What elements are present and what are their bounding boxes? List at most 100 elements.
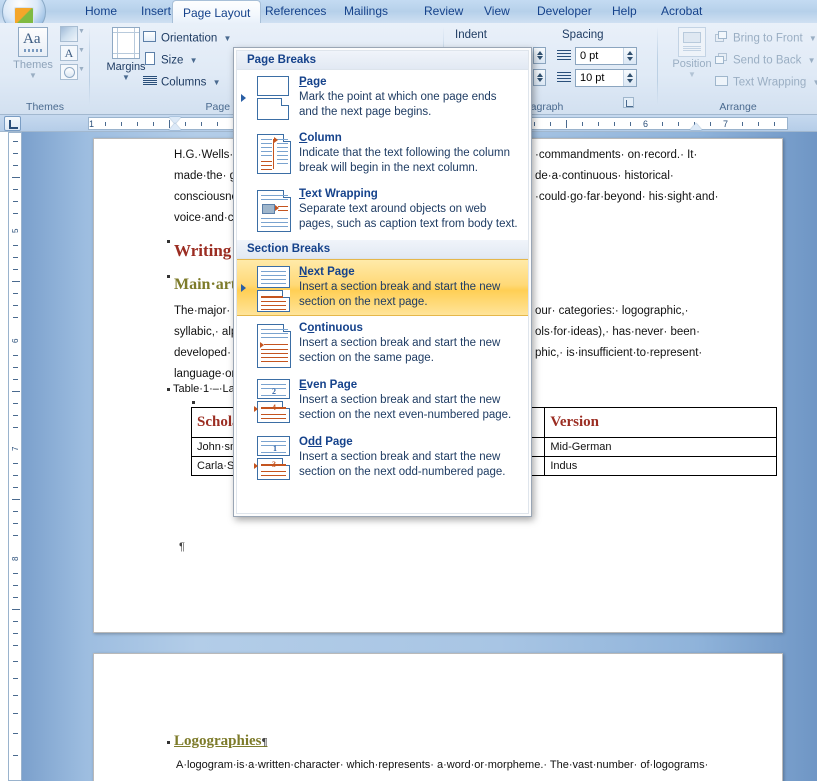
tab-view[interactable]: View xyxy=(474,0,520,23)
orientation-button[interactable]: Orientation ▼ xyxy=(141,28,231,49)
indent-left-stepper[interactable] xyxy=(533,47,546,64)
ribbon-tab-bar: Home Insert Page Layout References Maili… xyxy=(0,0,817,34)
page1-para2-line1-left: The·major· v xyxy=(174,305,240,317)
next-page-break-icon xyxy=(255,266,293,312)
text-wrapping-icon xyxy=(715,76,728,86)
spacing-before-stepper[interactable] xyxy=(623,48,636,64)
menu-item-text-wrapping-desc-1: Separate text around objects on web xyxy=(299,203,487,215)
tab-page-layout[interactable]: Page Layout xyxy=(172,0,262,24)
odd-page-num-top: 1 xyxy=(273,444,277,453)
page1-para1-line4-left: voice·and·c xyxy=(174,212,234,224)
menu-item-column[interactable]: Column Indicate that the text following … xyxy=(237,126,528,182)
tab-review[interactable]: Review xyxy=(414,0,473,23)
even-page-num-bottom: 4 xyxy=(272,403,276,412)
tab-mailings[interactable]: Mailings xyxy=(334,0,398,23)
hruler-number-1: 1 xyxy=(89,119,95,129)
document-page-2[interactable]: Logographies¶ A·logogram·is·a·written·ch… xyxy=(93,653,783,781)
ribbon-group-arrange: Position ▼ Bring to Front ▼ Send to Back… xyxy=(661,24,817,114)
menu-item-even-page[interactable]: 2 4 Even Page Insert a section break and… xyxy=(237,373,528,430)
tab-references[interactable]: References xyxy=(255,0,336,23)
send-to-back-button[interactable]: Send to Back ▼ xyxy=(713,50,816,71)
menu-item-even-page-title: Even Page xyxy=(299,378,520,392)
paragraph-dialog-launcher[interactable] xyxy=(623,97,634,108)
menu-item-text-wrapping[interactable]: Text Wrapping Separate text around objec… xyxy=(237,182,528,240)
even-page-title-rest: ven Page xyxy=(306,379,358,391)
tab-acrobat[interactable]: Acrobat xyxy=(651,0,712,23)
page1-para2-line4-left: language·or xyxy=(174,368,236,380)
columns-button[interactable]: Columns ▼ xyxy=(141,72,221,93)
spacing-before-input[interactable]: 0 pt xyxy=(575,47,637,65)
size-button[interactable]: Size ▼ xyxy=(141,50,198,71)
indent-right-stepper[interactable] xyxy=(533,69,546,86)
bring-to-front-label: Bring to Front xyxy=(733,32,803,45)
page1-heading2-bullet xyxy=(167,275,170,278)
columns-chevron-down-icon: ▼ xyxy=(212,78,221,87)
bring-to-front-button[interactable]: Bring to Front ▼ xyxy=(713,28,817,49)
continuous-title-rest: ntinuous xyxy=(314,322,363,334)
position-button[interactable]: Position ▼ xyxy=(667,27,717,79)
breaks-dropdown-menu[interactable]: Page Breaks Page Mark the point at which… xyxy=(233,47,532,517)
menu-item-even-page-desc-1: Insert a section break and start the new xyxy=(299,394,501,406)
page1-para1-line2-right: de·a·continuous· historical· xyxy=(535,170,674,182)
page1-para2-line1-right: our· categories:· logographic,· xyxy=(535,305,689,317)
divider-3 xyxy=(657,27,658,105)
size-chevron-down-icon: ▼ xyxy=(189,56,198,65)
menu-item-continuous[interactable]: Continuous Insert a section break and st… xyxy=(237,316,528,373)
page1-para1-line3-right: ·could·go·far·beyond· his·sight·and· xyxy=(535,191,719,203)
column-break-icon xyxy=(255,132,293,176)
vruler-number-7: 7 xyxy=(11,446,20,451)
orientation-chevron-down-icon: ▼ xyxy=(223,34,232,43)
menu-item-odd-page[interactable]: 1 3 Odd Page Insert a section break and … xyxy=(237,430,528,487)
theme-fonts-icon[interactable]: A xyxy=(60,45,78,61)
send-to-back-icon xyxy=(715,53,728,65)
tab-home[interactable]: Home xyxy=(75,0,127,23)
tab-developer[interactable]: Developer xyxy=(527,0,602,23)
page1-table-bullet xyxy=(192,401,195,404)
page2-heading-text: Logographies xyxy=(174,733,262,749)
spacing-after-stepper[interactable] xyxy=(623,70,636,86)
spacing-before-icon xyxy=(557,50,571,61)
vertical-ruler[interactable]: 5 6 7 8 xyxy=(8,132,22,781)
position-chevron-down-icon: ▼ xyxy=(688,70,696,79)
continuous-break-icon xyxy=(255,322,293,368)
table-cell-version-1: Mid-German xyxy=(544,437,777,457)
ribbon-group-themes: Aa Themes ▼ ▼ A ▼ ▼ Themes xyxy=(4,24,86,114)
spacing-after-input[interactable]: 10 pt xyxy=(575,69,637,87)
page-accel: P xyxy=(299,76,307,88)
page2-para-line1: A·logogram·is·a·written·character· which… xyxy=(176,759,709,771)
theme-effects-chevron-icon: ▼ xyxy=(78,66,85,73)
tab-selector-button[interactable] xyxy=(4,116,21,131)
theme-colors-icon[interactable] xyxy=(60,26,78,42)
vruler-number-5: 5 xyxy=(11,228,20,233)
theme-effects-icon[interactable] xyxy=(60,64,78,80)
themes-button[interactable]: Aa Themes ▼ xyxy=(8,27,58,80)
tab-help[interactable]: Help xyxy=(602,0,647,23)
text-wrapping-button[interactable]: Text Wrapping ▼ xyxy=(713,72,817,93)
menu-item-next-page[interactable]: Next Page Insert a section break and sta… xyxy=(237,259,528,316)
spacing-after-value: 10 pt xyxy=(580,72,605,84)
right-indent-marker[interactable] xyxy=(690,123,702,130)
menu-section-header-section-breaks: Section Breaks xyxy=(237,240,528,259)
even-page-num-top: 2 xyxy=(272,387,276,396)
hanging-indent-marker[interactable] xyxy=(169,123,181,130)
table-cell-version-2: Indus xyxy=(544,456,777,476)
spacing-label: Spacing xyxy=(562,29,604,41)
menu-item-continuous-title: Continuous xyxy=(299,321,520,335)
menu-item-page[interactable]: Page Mark the point at which one page en… xyxy=(237,70,528,126)
send-to-back-chevron-down-icon: ▼ xyxy=(807,56,816,65)
send-to-back-label: Send to Back xyxy=(733,54,802,67)
page1-para1-line1-left: H.G.·Wells·a xyxy=(174,149,240,161)
menu-item-next-page-title: Next Page xyxy=(299,265,520,279)
spacing-before-value: 0 pt xyxy=(580,50,599,62)
theme-colors-chevron-icon: ▼ xyxy=(78,28,85,35)
hruler-number-6: 6 xyxy=(643,119,649,129)
menu-item-column-desc-1: Indicate that the text following the col… xyxy=(299,147,510,159)
table-header-version: Version xyxy=(544,407,777,438)
hruler-number-7: 7 xyxy=(723,119,729,129)
page1-para1-line3-left: consciousne xyxy=(174,191,238,203)
vruler-number-8: 8 xyxy=(11,556,20,561)
menu-item-odd-page-desc-2: section on the next odd-numbered page. xyxy=(299,465,506,478)
columns-label: Columns xyxy=(161,76,207,89)
columns-icon xyxy=(143,76,157,86)
menu-item-page-title: Page xyxy=(299,75,520,89)
